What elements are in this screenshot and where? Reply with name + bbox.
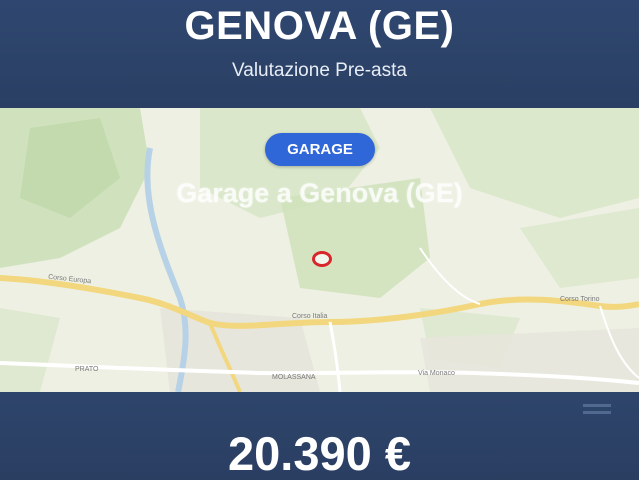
header-banner: GENOVA (GE) Valutazione Pre-asta xyxy=(0,0,639,108)
menu-icon xyxy=(583,404,611,422)
road-label: Corso Italia xyxy=(292,313,328,320)
price-value: 20.390 € xyxy=(228,427,411,480)
road-label: Corso Torino xyxy=(560,296,600,303)
city-title: GENOVA (GE) xyxy=(184,4,455,48)
category-badge: GARAGE xyxy=(265,133,375,166)
location-pin-icon[interactable] xyxy=(312,251,332,267)
area-label: PRATO xyxy=(75,366,99,373)
price-footer: 20.390 € xyxy=(0,392,639,480)
page-subtitle: Valutazione Pre-asta xyxy=(232,60,407,81)
area-label: MOLASSANA xyxy=(272,374,316,381)
road-label: Via Monaco xyxy=(418,370,455,377)
property-title: Garage a Genova (GE) xyxy=(176,178,463,208)
